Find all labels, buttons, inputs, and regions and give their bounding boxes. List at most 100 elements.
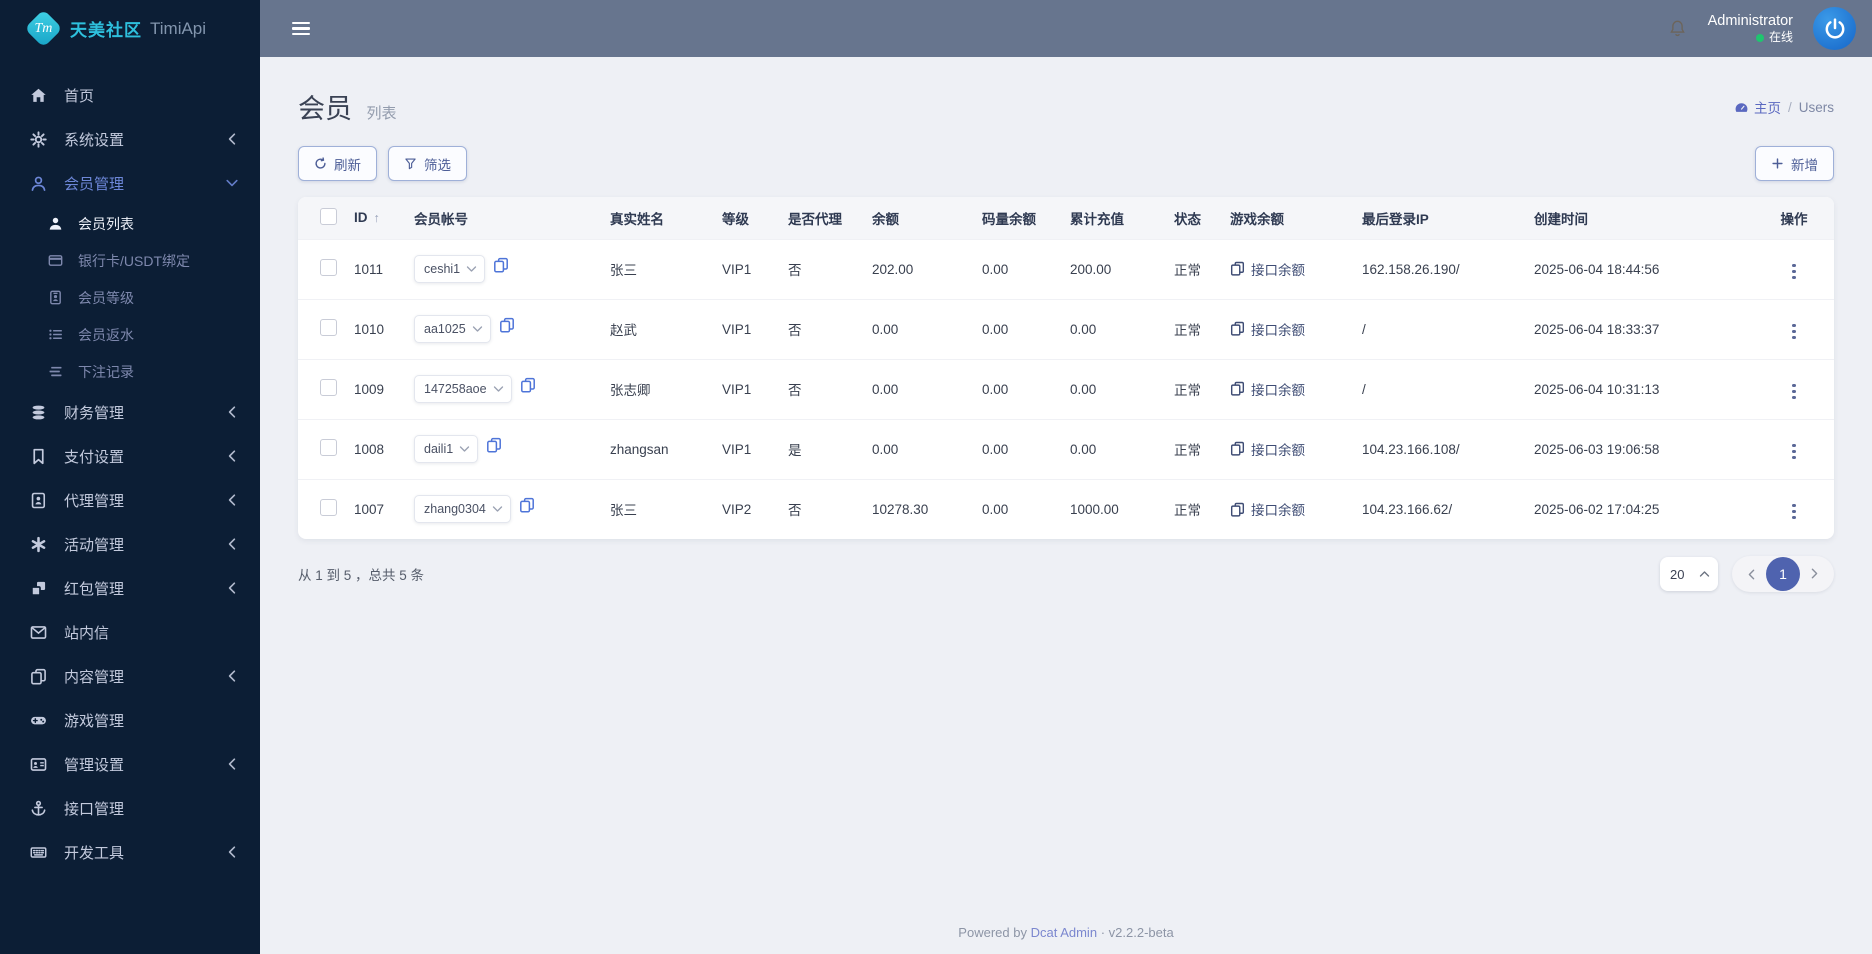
- sidebar-subitem[interactable]: 下注记录: [0, 353, 260, 390]
- column-header-total_recharge: 累计充值: [1060, 197, 1164, 239]
- account-dropdown[interactable]: zhang0304: [414, 495, 511, 524]
- cell-name: 赵武: [600, 298, 712, 359]
- row-actions-button[interactable]: [1784, 260, 1803, 283]
- sidebar-item[interactable]: 站内信: [0, 610, 260, 654]
- row-checkbox[interactable]: [320, 319, 337, 336]
- dcat-admin-link[interactable]: Dcat Admin: [1031, 925, 1097, 940]
- row-checkbox[interactable]: [320, 439, 337, 456]
- sidebar-subitem[interactable]: 会员等级: [0, 279, 260, 316]
- cell-last-ip: /: [1352, 358, 1524, 419]
- sidebar-item[interactable]: 系统设置: [0, 117, 260, 161]
- copy-game-balance-icon: [1230, 261, 1245, 276]
- brand[interactable]: Tm 天美社区 TimiApi: [0, 0, 260, 57]
- sidebar-item[interactable]: 会员管理: [0, 161, 260, 205]
- avatar[interactable]: [1813, 7, 1856, 50]
- sidebar-subitem[interactable]: 会员返水: [0, 316, 260, 353]
- breadcrumb-home-link[interactable]: 主页: [1734, 97, 1781, 117]
- asterisk-icon: [30, 536, 49, 553]
- cell-id: 1011: [344, 238, 404, 299]
- page-size-select[interactable]: 20: [1660, 557, 1718, 591]
- cell-level: VIP1: [712, 298, 778, 359]
- refresh-button[interactable]: 刷新: [298, 146, 377, 181]
- row-actions-button[interactable]: [1784, 500, 1803, 523]
- cell-actions: [1754, 238, 1834, 299]
- cell-code-balance: 0.00: [972, 358, 1060, 419]
- filter-button[interactable]: 筛选: [388, 146, 467, 181]
- copy-account-icon[interactable]: [499, 317, 515, 333]
- account-dropdown[interactable]: aa1025: [414, 315, 491, 343]
- sidebar-item[interactable]: 代理管理: [0, 478, 260, 522]
- game-balance-link[interactable]: 接口余额: [1230, 319, 1305, 339]
- sidebar-item-label: 内容管理: [64, 668, 125, 686]
- sidebar: Tm 天美社区 TimiApi 首页 系统设置 会员管理 会员列表 银行卡/USDT绑定…: [0, 0, 260, 954]
- copy-account-icon[interactable]: [486, 437, 502, 453]
- sidebar-item-label: 活动管理: [64, 536, 125, 554]
- account-dropdown[interactable]: daili1: [414, 435, 479, 463]
- cell-id: 1010: [344, 298, 404, 359]
- chevron-left-icon: [228, 582, 236, 594]
- power-icon: [1825, 17, 1844, 39]
- sidebar-item-label: 游戏管理: [64, 712, 125, 730]
- row-checkbox[interactable]: [320, 259, 337, 276]
- game-balance-link[interactable]: 接口余额: [1230, 499, 1305, 519]
- chevron-left-icon: [228, 758, 236, 770]
- chevron-left-icon: [228, 538, 236, 550]
- row-actions-button[interactable]: [1784, 380, 1803, 403]
- sidebar-item[interactable]: 接口管理: [0, 786, 260, 830]
- sidebar-item[interactable]: 活动管理: [0, 522, 260, 566]
- column-header-account: 会员帐号: [404, 197, 600, 239]
- row-checkbox[interactable]: [320, 379, 337, 396]
- prev-page-button[interactable]: [1738, 560, 1764, 588]
- sidebar-item[interactable]: 内容管理: [0, 654, 260, 698]
- copy-account-icon[interactable]: [519, 497, 535, 513]
- cell-code-balance: 0.00: [972, 418, 1060, 479]
- sidebar-item-label: 管理设置: [64, 756, 125, 774]
- cell-agent: 否: [778, 298, 862, 359]
- sort-asc-icon[interactable]: ↑: [374, 211, 380, 225]
- cell-last-ip: 104.23.166.62/: [1352, 478, 1524, 539]
- cell-balance: 0.00: [862, 418, 972, 479]
- stream-icon: [48, 364, 65, 379]
- sidebar-item[interactable]: 红包管理: [0, 566, 260, 610]
- cell-status: 正常: [1164, 478, 1220, 539]
- chevron-left-icon: [228, 450, 236, 462]
- row-actions-button[interactable]: [1784, 440, 1803, 463]
- sidebar-item[interactable]: 管理设置: [0, 742, 260, 786]
- current-page-button[interactable]: 1: [1766, 557, 1800, 591]
- row-actions-button[interactable]: [1784, 320, 1803, 343]
- sidebar-item[interactable]: 游戏管理: [0, 698, 260, 742]
- game-balance-link[interactable]: 接口余额: [1230, 379, 1305, 399]
- user-menu[interactable]: Administrator 在线: [1708, 12, 1793, 45]
- sidebar-subitem-label: 会员返水: [78, 326, 134, 343]
- select-all-checkbox[interactable]: [320, 207, 337, 225]
- cell-actions: [1754, 358, 1834, 419]
- hamburger-menu-icon[interactable]: [288, 18, 314, 40]
- account-dropdown[interactable]: ceshi1: [414, 255, 486, 283]
- filter-icon: [405, 158, 416, 170]
- account-dropdown[interactable]: 147258aoe: [414, 375, 512, 403]
- cell-level: VIP1: [712, 358, 778, 419]
- chevron-left-icon: [228, 670, 236, 682]
- cell-code-balance: 0.00: [972, 478, 1060, 539]
- envelope-icon: [30, 624, 49, 641]
- sidebar-item[interactable]: 财务管理: [0, 390, 260, 434]
- column-header-game_balance: 游戏余额: [1220, 197, 1352, 239]
- sidebar-subitem[interactable]: 会员列表: [0, 205, 260, 242]
- game-balance-link[interactable]: 接口余额: [1230, 439, 1305, 459]
- row-checkbox[interactable]: [320, 499, 337, 517]
- add-button[interactable]: 新增: [1755, 146, 1834, 181]
- column-header-agent: 是否代理: [778, 197, 862, 239]
- sidebar-item[interactable]: 开发工具: [0, 830, 260, 874]
- sidebar-item[interactable]: 首页: [0, 73, 260, 117]
- game-balance-link[interactable]: 接口余额: [1230, 259, 1305, 279]
- sidebar-menu: 首页 系统设置 会员管理 会员列表 银行卡/USDT绑定 会员等级会员返水下注记录 财务管理…: [0, 73, 260, 874]
- sidebar-item[interactable]: 支付设置: [0, 434, 260, 478]
- column-header-last_ip: 最后登录IP: [1352, 197, 1524, 239]
- content: 会员 列表 主页 / Users 刷新 筛选 新增 ID ↑ 会员帐号 真实姓名…: [260, 57, 1872, 954]
- copy-account-icon[interactable]: [493, 257, 509, 273]
- sidebar-subitem[interactable]: 银行卡/USDT绑定: [0, 242, 260, 279]
- column-header-code_balance: 码量余额: [972, 197, 1060, 239]
- next-page-button[interactable]: [1802, 560, 1828, 588]
- bell-icon[interactable]: [1667, 18, 1688, 39]
- copy-account-icon[interactable]: [520, 377, 536, 393]
